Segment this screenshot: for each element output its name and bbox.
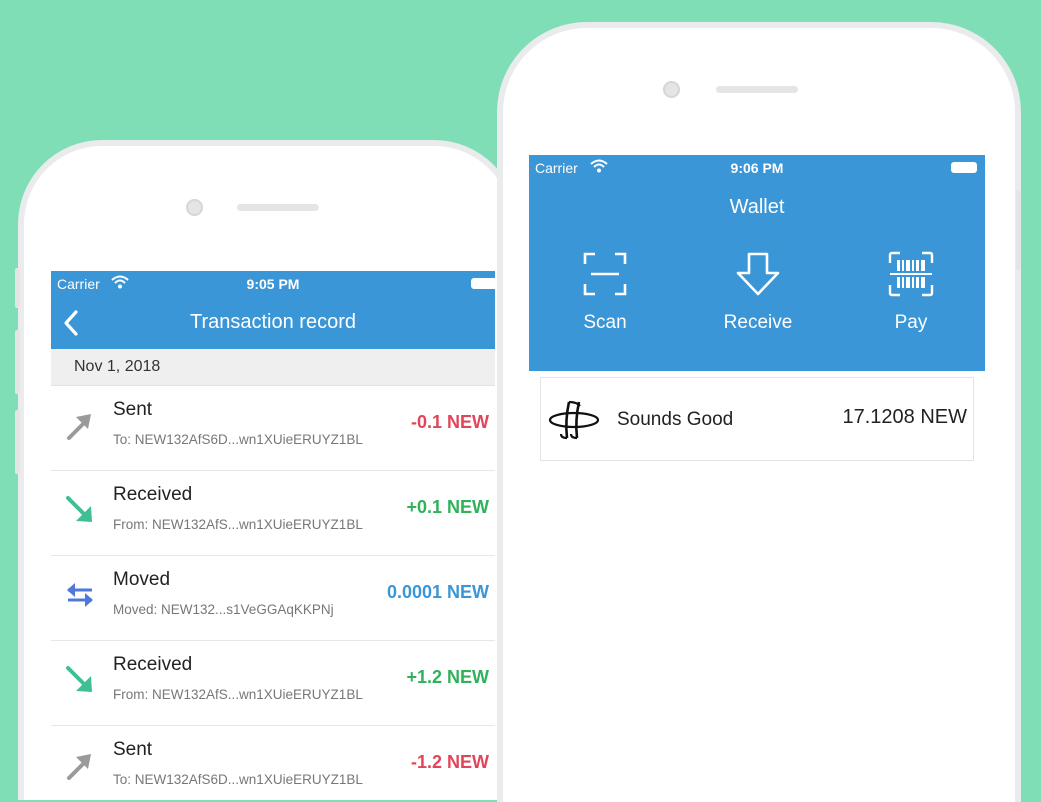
speaker-grille xyxy=(716,86,798,93)
phone-side-button xyxy=(15,330,20,394)
token-balance: 17.1208 NEW xyxy=(842,406,967,428)
front-camera xyxy=(663,81,680,98)
transaction-address: Moved: NEW132...s1VeGGAqKKPNj xyxy=(113,602,334,617)
transaction-address: From: NEW132AfS...wn1XUieERUYZ1BL xyxy=(113,687,363,702)
battery-icon xyxy=(951,162,977,173)
token-name: Sounds Good xyxy=(617,409,734,430)
transaction-address: To: NEW132AfS6D...wn1XUieERUYZ1BL xyxy=(113,772,363,787)
transaction-address: From: NEW132AfS...wn1XUieERUYZ1BL xyxy=(113,517,363,532)
transaction-amount: -0.1 NEW xyxy=(410,412,489,432)
transaction-type: Received xyxy=(113,654,193,675)
scan-icon xyxy=(583,252,627,296)
speaker-grille xyxy=(237,204,319,211)
token-card[interactable]: Sounds Good 17.1208 NEW xyxy=(540,377,974,461)
wallet-screen: Carrier 9:06 PM Wallet Scan Receive Pay … xyxy=(529,155,985,795)
pay-label: Pay xyxy=(894,312,928,333)
transaction-row[interactable]: Sent To: NEW132AfS6D...wn1XUieERUYZ1BL -… xyxy=(51,386,495,471)
date-section-header: Nov 1, 2018 xyxy=(51,349,495,386)
barcode-pay-icon xyxy=(888,251,934,297)
arrow-up-right-icon xyxy=(63,408,97,442)
phone-side-button xyxy=(15,268,20,308)
arrow-up-right-icon xyxy=(63,748,97,782)
transaction-type: Received xyxy=(113,484,193,505)
transaction-type: Moved xyxy=(113,569,171,590)
phone-side-button xyxy=(15,410,20,474)
receive-button[interactable]: Receive xyxy=(703,251,813,334)
receive-label: Receive xyxy=(723,312,793,333)
status-time: 9:06 PM xyxy=(730,160,784,176)
scan-button[interactable]: Scan xyxy=(550,251,660,334)
transaction-amount: +0.1 NEW xyxy=(406,497,489,517)
receive-arrow-icon xyxy=(736,252,780,296)
phone-side-button xyxy=(1016,190,1021,270)
transaction-amount: 0.0001 NEW xyxy=(386,582,489,602)
transaction-type: Sent xyxy=(113,399,153,420)
arrow-down-right-icon xyxy=(63,493,97,527)
page-title: Transaction record xyxy=(190,311,356,333)
front-camera xyxy=(186,199,203,216)
transaction-record-screen: Carrier 9:05 PM Transaction record Nov 1… xyxy=(51,271,495,791)
nav-bar: Transaction record xyxy=(51,297,495,349)
status-bar: Carrier 9:05 PM xyxy=(51,271,495,297)
battery-icon xyxy=(471,278,495,289)
left-header: Carrier 9:05 PM Transaction record xyxy=(51,271,495,349)
sounds-good-logo-icon xyxy=(547,400,603,445)
status-time: 9:05 PM xyxy=(246,276,300,292)
transaction-row[interactable]: Sent To: NEW132AfS6D...wn1XUieERUYZ1BL -… xyxy=(51,726,495,791)
swap-arrows-icon xyxy=(63,578,97,612)
transaction-row[interactable]: Received From: NEW132AfS...wn1XUieERUYZ1… xyxy=(51,471,495,556)
status-bar: Carrier 9:06 PM xyxy=(529,155,985,181)
arrow-down-right-icon xyxy=(63,663,97,697)
wallet-header: Carrier 9:06 PM Wallet Scan Receive Pay xyxy=(529,155,985,371)
pay-button[interactable]: Pay xyxy=(856,251,966,334)
transaction-row[interactable]: Received From: NEW132AfS...wn1XUieERUYZ1… xyxy=(51,641,495,726)
transaction-row[interactable]: Moved Moved: NEW132...s1VeGGAqKKPNj 0.00… xyxy=(51,556,495,641)
transaction-address: To: NEW132AfS6D...wn1XUieERUYZ1BL xyxy=(113,432,363,447)
page-title: Wallet xyxy=(729,196,785,218)
transaction-amount: -1.2 NEW xyxy=(410,752,489,772)
transaction-type: Sent xyxy=(113,739,153,760)
transaction-amount: +1.2 NEW xyxy=(406,667,489,687)
scan-label: Scan xyxy=(583,312,627,333)
